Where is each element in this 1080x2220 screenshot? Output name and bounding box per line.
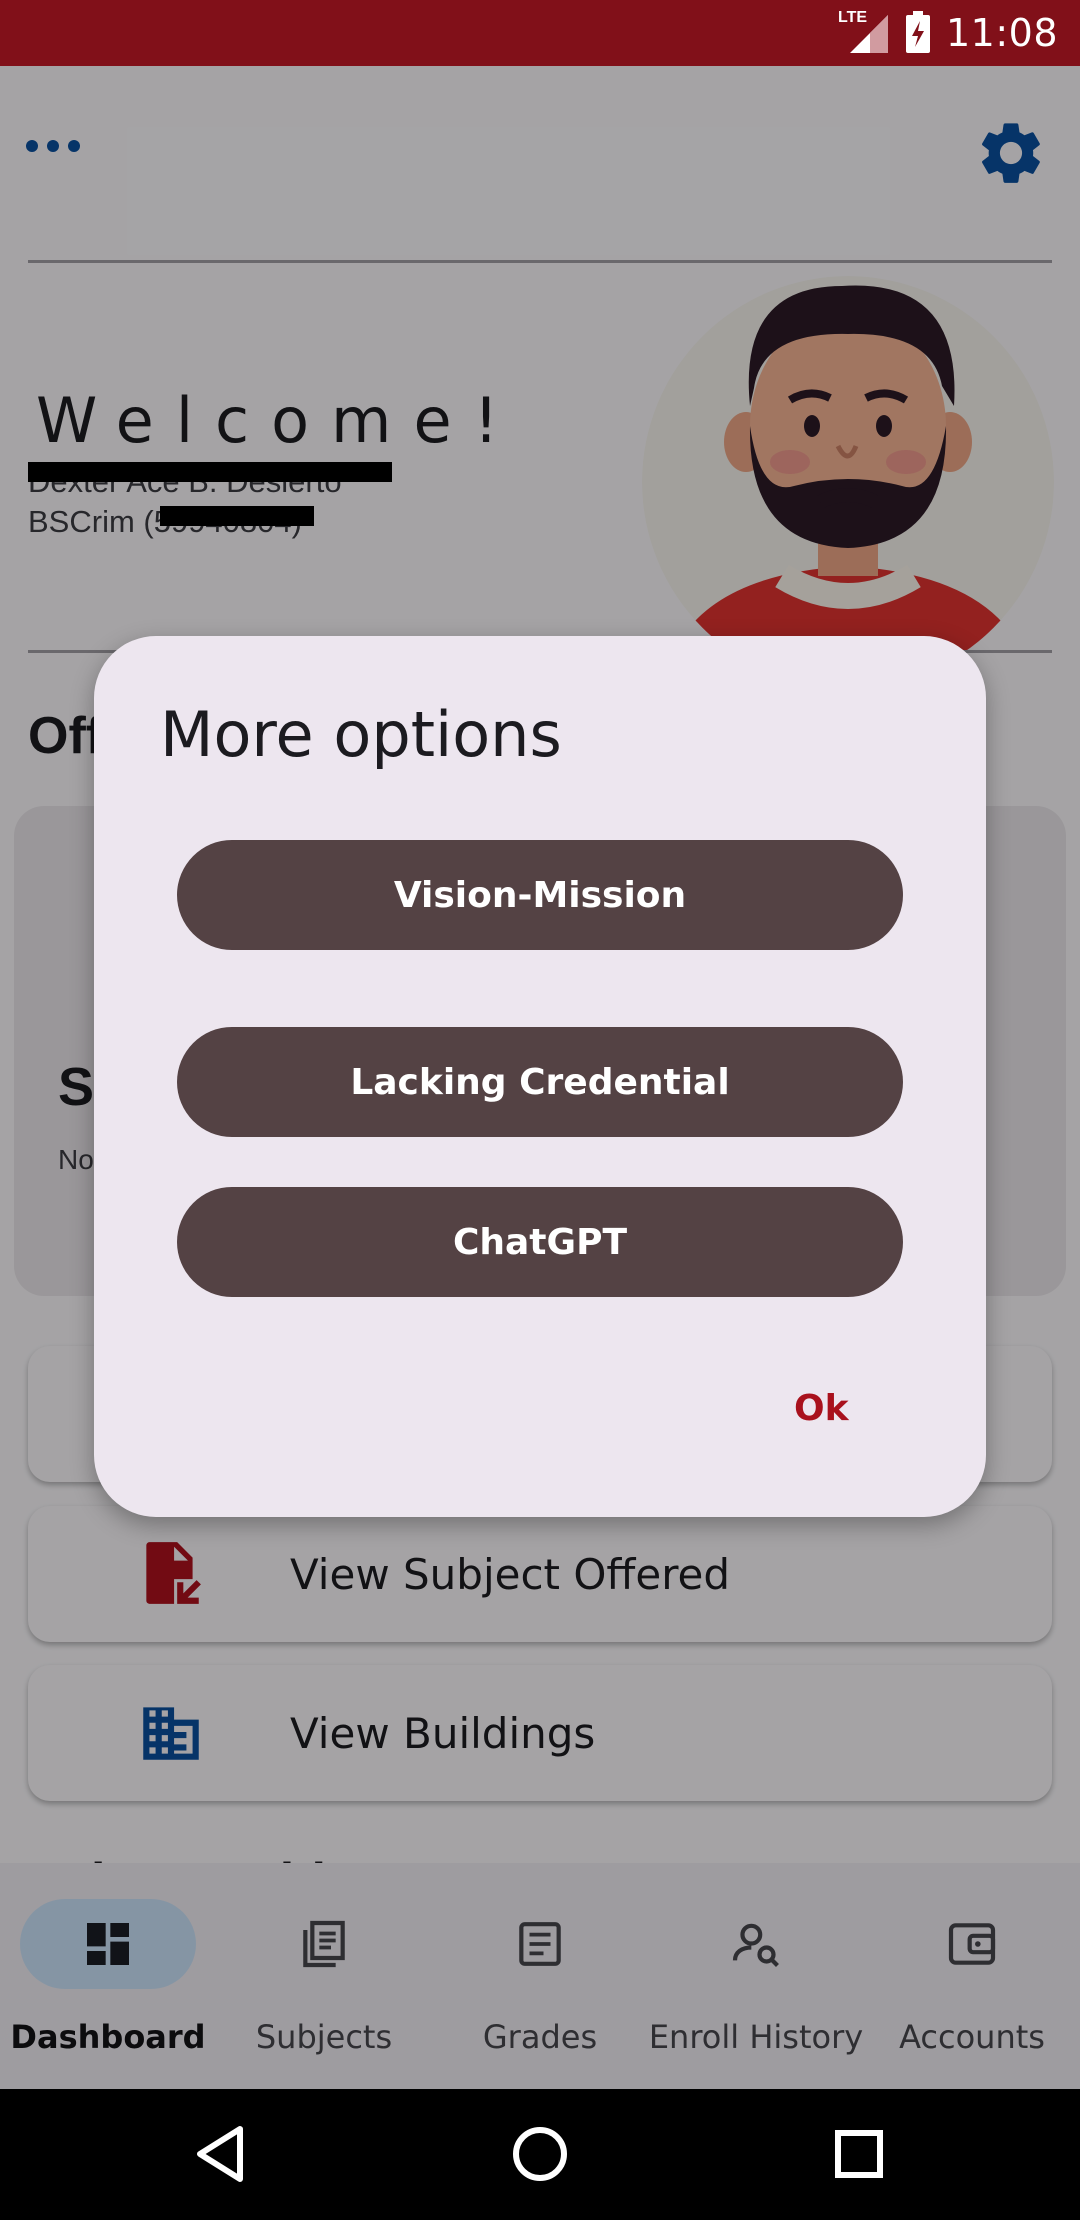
battery-charging-icon [905,11,930,53]
lacking-credential-button[interactable]: Lacking Credential [177,1027,903,1137]
home-icon[interactable] [505,2119,575,2189]
screen: LTE 11:08 Welcome! Dexter Ace B. Desiert… [0,0,1080,2220]
lte-signal-icon: LTE [838,9,890,55]
back-icon[interactable] [186,2119,256,2189]
status-bar: LTE 11:08 [0,0,1080,66]
ok-button[interactable]: Ok [794,1388,849,1429]
more-options-dialog: More options Vision-Mission Lacking Cred… [94,636,986,1517]
chatgpt-button[interactable]: ChatGPT [177,1187,903,1297]
dialog-title: More options [160,698,562,771]
system-navigation-bar [0,2089,1080,2220]
clock: 11:08 [945,11,1058,55]
recents-icon[interactable] [824,2119,894,2189]
vision-mission-button[interactable]: Vision-Mission [177,840,903,950]
